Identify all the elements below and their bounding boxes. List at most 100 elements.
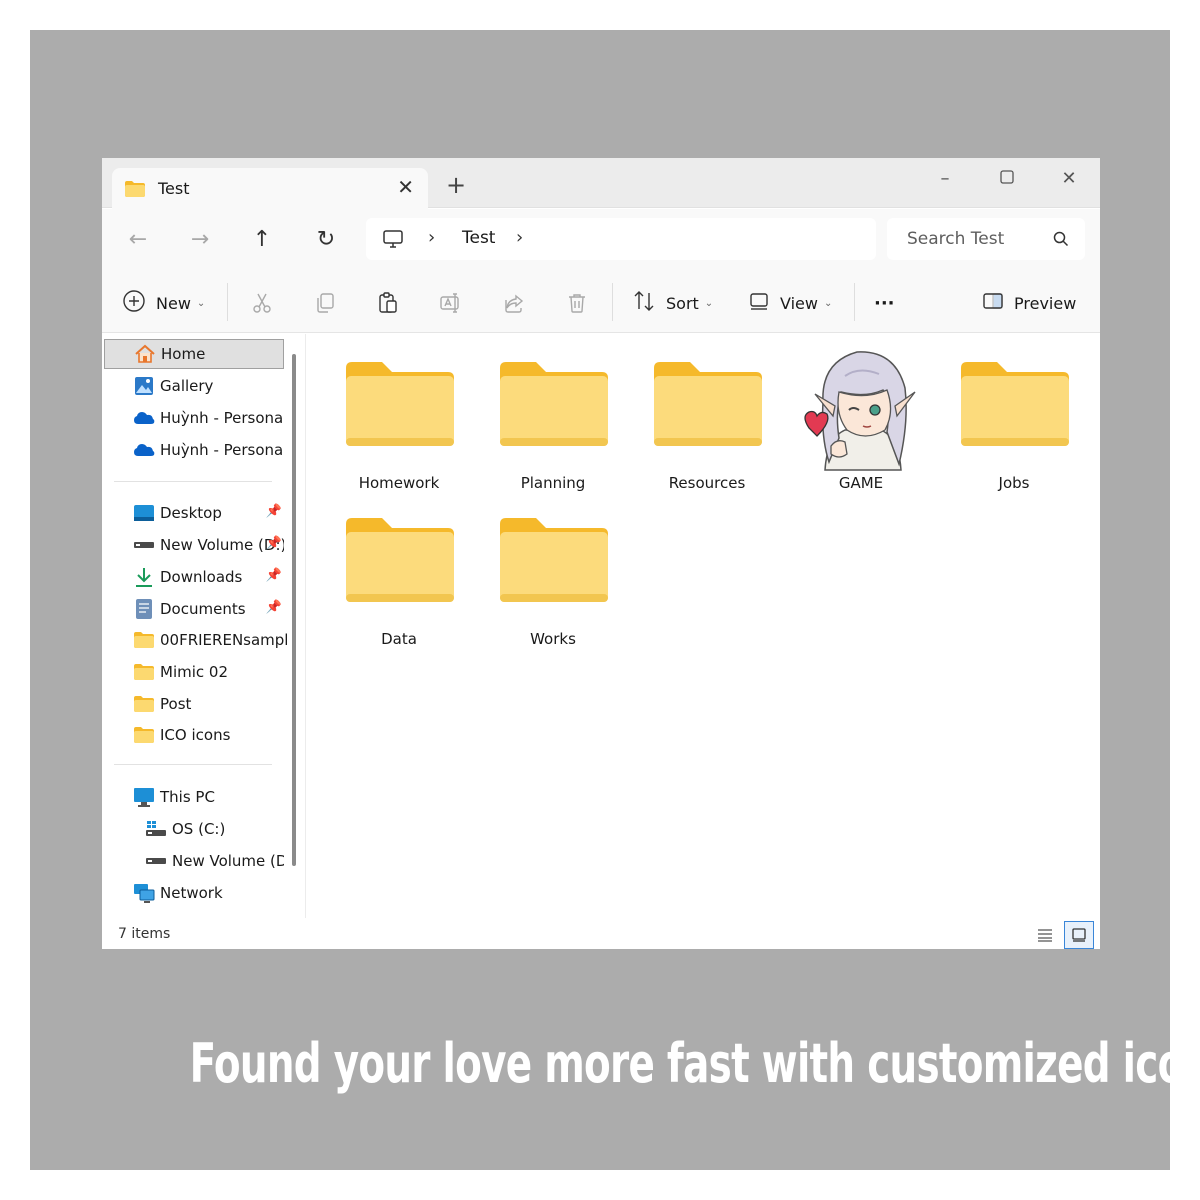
details-view-icon[interactable]	[1030, 921, 1060, 949]
close-window-button[interactable]: ✕	[1046, 164, 1092, 194]
plus-circle-icon	[122, 289, 146, 317]
sort-button[interactable]: Sort ⌄	[632, 289, 713, 317]
paste-icon[interactable]	[376, 289, 400, 317]
download-icon	[132, 565, 156, 589]
folder-icon	[132, 723, 156, 747]
sidebar-item-post[interactable]: Post	[104, 689, 284, 719]
new-label: New	[156, 293, 191, 313]
divider	[114, 764, 272, 765]
drive-icon	[144, 849, 168, 873]
anime-character-icon	[795, 342, 927, 478]
sidebar-item-new-volume[interactable]: New Volume (D:) 📌	[104, 530, 284, 560]
item-label: GAME	[838, 474, 884, 492]
sidebar-item-ico-icons[interactable]: ICO icons	[104, 720, 284, 750]
sidebar-item-this-pc[interactable]: This PC	[104, 782, 284, 812]
sidebar-item-label: Downloads	[160, 568, 243, 586]
share-icon[interactable]	[502, 289, 526, 317]
refresh-icon[interactable]: ↻	[310, 226, 342, 254]
divider	[612, 283, 613, 321]
chevron-down-icon: ⌄	[823, 297, 833, 309]
sidebar-item-onedrive-2[interactable]: Huỳnh - Personal	[104, 435, 284, 465]
sidebar-scrollbar[interactable]	[292, 354, 296, 866]
sidebar-item-onedrive-1[interactable]: Huỳnh - Personal	[104, 403, 284, 433]
sidebar-item-downloads[interactable]: Downloads 📌	[104, 562, 284, 592]
pin-icon[interactable]: 📌	[266, 600, 282, 615]
status-bar: 7 items	[102, 918, 1100, 949]
sidebar-item-label: Desktop	[160, 504, 222, 522]
preview-pane-icon	[982, 290, 1004, 316]
sidebar-item-documents[interactable]: Documents 📌	[104, 594, 284, 624]
forward-arrow-icon[interactable]: →	[184, 226, 216, 254]
folder-item-jobs[interactable]: Jobs	[944, 334, 1084, 492]
onedrive-icon	[132, 438, 156, 462]
up-arrow-icon[interactable]: ↑	[246, 226, 278, 254]
back-arrow-icon[interactable]: ←	[122, 226, 154, 254]
sidebar-item-gallery[interactable]: Gallery	[104, 371, 284, 401]
item-label: Data	[381, 630, 417, 648]
sidebar-item-label: OS (C:)	[172, 820, 226, 838]
preview-label: Preview	[1014, 293, 1077, 313]
file-explorer-window: Test ✕ + – ✕ ← → ↑ ↻ › Test › Search Tes…	[102, 158, 1100, 949]
item-count: 7 items	[118, 926, 171, 942]
sidebar-item-mimic-02[interactable]: Mimic 02	[104, 657, 284, 687]
folder-icon	[132, 692, 156, 716]
sidebar-item-label: Home	[161, 345, 206, 363]
sort-label: Sort	[666, 293, 699, 313]
preview-button[interactable]: Preview	[982, 289, 1076, 317]
delete-icon[interactable]	[565, 289, 589, 317]
monitor-icon	[382, 228, 404, 254]
breadcrumb-test[interactable]: Test	[462, 228, 495, 248]
sidebar-item-label: ICO icons	[160, 726, 231, 744]
item-label: Resources	[668, 474, 746, 492]
sidebar-item-label: Post	[160, 695, 192, 713]
sidebar-item-label: Huỳnh - Personal	[160, 441, 284, 459]
navigation-pane: Home Gallery Huỳnh - Personal Huỳnh - Pe…	[102, 334, 306, 918]
more-options-button[interactable]: ···	[874, 289, 895, 317]
search-input[interactable]: Search Test	[887, 218, 1085, 260]
view-button[interactable]: View ⌄	[748, 289, 832, 317]
new-button[interactable]: New ⌄	[122, 289, 205, 317]
drive-c-icon	[144, 817, 168, 841]
minimize-button[interactable]: –	[922, 164, 968, 194]
address-bar[interactable]: › Test ›	[366, 218, 876, 260]
maximize-button[interactable]	[984, 164, 1030, 194]
chevron-down-icon: ⌄	[704, 297, 714, 309]
folder-item-homework[interactable]: Homework	[329, 334, 469, 492]
sidebar-item-label: New Volume (D:)	[172, 852, 284, 870]
chevron-right-icon[interactable]: ›	[428, 227, 435, 248]
view-label: View	[780, 293, 818, 313]
folder-item-planning[interactable]: Planning	[483, 334, 623, 492]
sidebar-item-label: Mimic 02	[160, 663, 228, 681]
sidebar-item-00frieren[interactable]: 00FRIERENsample	[104, 625, 288, 655]
pin-icon[interactable]: 📌	[266, 504, 282, 519]
onedrive-icon	[132, 406, 156, 430]
chevron-down-icon: ⌄	[196, 297, 206, 309]
tiles-view-icon[interactable]	[1064, 921, 1094, 949]
gallery-icon	[132, 374, 156, 398]
chevron-right-icon[interactable]: ›	[516, 227, 523, 248]
sidebar-item-desktop[interactable]: Desktop 📌	[104, 498, 284, 528]
folder-icon	[498, 360, 610, 452]
folder-icon	[344, 360, 456, 452]
copy-icon[interactable]	[313, 289, 337, 317]
sidebar-item-os-c[interactable]: OS (C:)	[104, 814, 284, 844]
folder-item-resources[interactable]: Resources	[637, 334, 777, 492]
sidebar-item-network[interactable]: Network	[104, 878, 284, 908]
cut-icon[interactable]	[250, 289, 274, 317]
sidebar-item-label: This PC	[160, 788, 215, 806]
folder-item-works[interactable]: Works	[483, 490, 623, 648]
pin-icon[interactable]: 📌	[266, 536, 282, 551]
folder-item-game[interactable]: GAME	[791, 334, 931, 492]
folder-icon	[498, 516, 610, 608]
tab-test[interactable]: Test ✕	[112, 168, 428, 209]
drive-icon	[132, 533, 156, 557]
folder-item-data[interactable]: Data	[329, 490, 469, 648]
command-bar: New ⌄ Sort ⌄ View ⌄ ··· Preview	[102, 271, 1100, 333]
close-tab-icon[interactable]: ✕	[397, 175, 414, 199]
sidebar-item-home[interactable]: Home	[104, 339, 284, 369]
new-tab-button[interactable]: +	[446, 173, 466, 197]
pin-icon[interactable]: 📌	[266, 568, 282, 583]
sidebar-item-new-volume-d[interactable]: New Volume (D:)	[104, 846, 284, 876]
rename-icon[interactable]	[439, 289, 463, 317]
sidebar-item-label: Huỳnh - Personal	[160, 409, 284, 427]
